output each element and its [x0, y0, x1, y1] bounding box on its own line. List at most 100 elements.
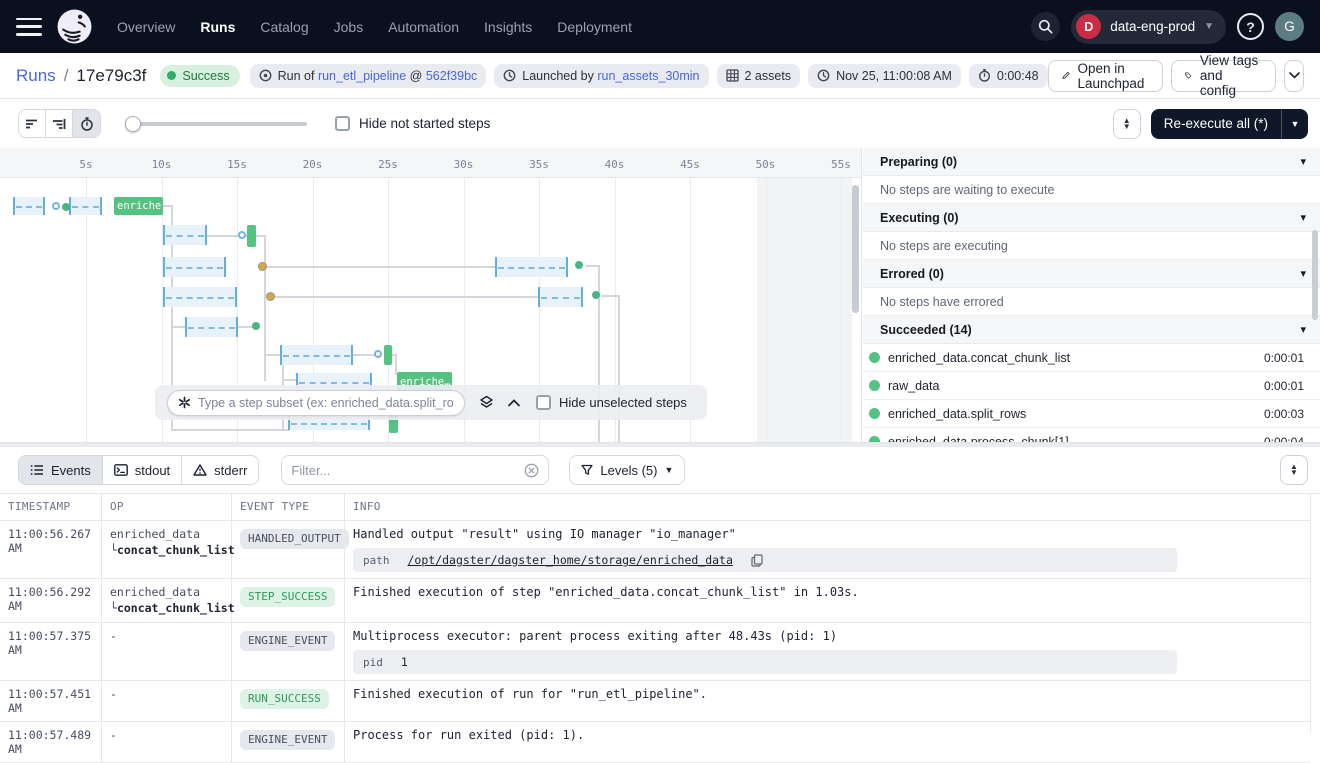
- nav-item-insights[interactable]: Insights: [484, 19, 532, 35]
- step-section-empty: No steps are waiting to execute: [863, 176, 1320, 204]
- gantt-zoom-slider[interactable]: [125, 116, 307, 132]
- gantt-scrollbar[interactable]: [852, 185, 859, 313]
- log-filter-input[interactable]: [291, 463, 518, 478]
- event-log-row[interactable]: 11:00:57.489 AM-ENGINE_EVENTProcess for …: [0, 722, 1310, 763]
- help-icon[interactable]: ?: [1237, 13, 1264, 40]
- gantt-bar-waiting[interactable]: [538, 287, 583, 307]
- event-op: -: [102, 623, 232, 680]
- log-order-button[interactable]: ▲▼: [1280, 455, 1308, 485]
- nav-item-automation[interactable]: Automation: [388, 19, 459, 35]
- pipeline-link[interactable]: run_etl_pipeline: [318, 69, 406, 83]
- event-type-badge: ENGINE_EVENT: [240, 730, 335, 750]
- gantt-bar-waiting[interactable]: [163, 257, 226, 277]
- step-panel-scrollbar[interactable]: [1312, 230, 1318, 320]
- gantt-chart[interactable]: 5s10s15s20s25s30s35s40s45s50s55s enriche…: [0, 148, 862, 442]
- gantt-bar-waiting[interactable]: [280, 345, 353, 365]
- target-icon: [259, 69, 272, 82]
- log-filter[interactable]: [281, 455, 549, 485]
- nav-item-catalog[interactable]: Catalog: [260, 19, 308, 35]
- gantt-bar-waiting[interactable]: [163, 287, 237, 307]
- dagster-logo-icon[interactable]: [56, 8, 93, 45]
- copy-icon[interactable]: [751, 554, 763, 567]
- schedule-link[interactable]: run_assets_30min: [597, 69, 699, 83]
- nav-item-runs[interactable]: Runs: [200, 19, 235, 35]
- event-log-row[interactable]: 11:00:57.375 AM-ENGINE_EVENTMultiprocess…: [0, 623, 1310, 681]
- step-row[interactable]: enriched_data.process_chunk[1]0:00:04: [863, 428, 1320, 442]
- nav-item-deployment[interactable]: Deployment: [557, 19, 632, 35]
- event-log-table: TIMESTAMP OP EVENT TYPE INFO 11:00:56.26…: [0, 493, 1320, 733]
- step-selector[interactable]: [167, 390, 465, 416]
- event-type-badge: ENGINE_EVENT: [240, 631, 335, 651]
- tab-events[interactable]: Events: [19, 456, 103, 484]
- step-row[interactable]: enriched_data.concat_chunk_list0:00:01: [863, 344, 1320, 372]
- checkbox-icon[interactable]: [335, 116, 350, 131]
- view-tags-button[interactable]: View tags and config: [1171, 60, 1276, 92]
- commit-link[interactable]: 562f39bc: [426, 69, 477, 83]
- stopwatch-icon: [80, 117, 94, 131]
- slider-knob[interactable]: [125, 116, 141, 132]
- open-launchpad-button[interactable]: Open in Launchpad: [1048, 60, 1164, 92]
- tab-stdout[interactable]: stdout: [103, 456, 182, 484]
- tag-run-of[interactable]: Run of run_etl_pipeline @ 562f39bc: [250, 64, 487, 88]
- waterfall-view-button[interactable]: [46, 110, 73, 137]
- step-section-header[interactable]: Errored (0)▾: [863, 260, 1320, 288]
- breadcrumb: Runs / 17e79c3f: [16, 66, 146, 86]
- step-subset-input[interactable]: [198, 396, 454, 410]
- tag-assets[interactable]: 2 assets: [717, 64, 801, 88]
- event-log-row[interactable]: 11:00:57.451 AM-RUN_SUCCESSFinished exec…: [0, 681, 1310, 722]
- step-row[interactable]: raw_data0:00:01: [863, 372, 1320, 400]
- gantt-bar-success[interactable]: [247, 225, 256, 247]
- panel-expand-button[interactable]: ▲▼: [1113, 109, 1141, 139]
- step-section-header[interactable]: Succeeded (14)▾: [863, 316, 1320, 344]
- success-dot-icon: [167, 71, 176, 80]
- metadata-path-link[interactable]: /opt/dagster/dagster_home/storage/enrich…: [408, 553, 733, 567]
- gantt-bar-waiting[interactable]: [495, 257, 568, 277]
- step-section-header[interactable]: Preparing (0)▾: [863, 148, 1320, 176]
- nav-item-overview[interactable]: Overview: [117, 19, 175, 35]
- event-log-row[interactable]: 11:00:56.267 AMenriched_data└concat_chun…: [0, 521, 1310, 579]
- gantt-bar-waiting[interactable]: [163, 225, 207, 245]
- layers-icon[interactable]: [479, 395, 494, 410]
- chevron-up-icon[interactable]: [508, 399, 520, 407]
- levels-dropdown[interactable]: Levels (5) ▼: [569, 455, 685, 485]
- flatten-view-button[interactable]: [19, 110, 46, 137]
- event-timestamp: 11:00:57.489 AM: [0, 722, 102, 762]
- event-log-row[interactable]: 11:00:56.292 AMenriched_data└concat_chun…: [0, 579, 1310, 623]
- user-avatar[interactable]: G: [1275, 12, 1304, 41]
- event-metadata-box: pid1: [353, 650, 1177, 674]
- success-marker-icon: [592, 291, 600, 299]
- tag-launched-by[interactable]: Launched by run_assets_30min: [494, 64, 708, 88]
- step-success-dot-icon: [869, 352, 880, 363]
- tab-stderr[interactable]: stderr: [182, 456, 258, 484]
- event-type-cell: HANDLED_OUTPUT: [232, 521, 345, 578]
- event-info: Finished execution of run for "run_etl_p…: [345, 681, 1310, 721]
- nav-item-jobs[interactable]: Jobs: [334, 19, 364, 35]
- gantt-view-mode-group: [18, 109, 101, 138]
- event-type-badge: STEP_SUCCESS: [240, 587, 335, 607]
- search-icon[interactable]: [1031, 12, 1060, 41]
- timed-view-button[interactable]: [73, 110, 100, 137]
- hide-not-started-checkbox[interactable]: Hide not started steps: [335, 116, 490, 131]
- gantt-bar-success-labeled[interactable]: enriche.: [114, 197, 163, 215]
- clear-filter-icon[interactable]: [524, 463, 539, 478]
- hide-unselected-checkbox[interactable]: Hide unselected steps: [536, 395, 687, 410]
- workspace-switcher[interactable]: D data-eng-prod ▼: [1071, 10, 1226, 44]
- gantt-bar-waiting[interactable]: [69, 197, 102, 215]
- more-actions-button[interactable]: [1284, 60, 1304, 92]
- checkbox-icon[interactable]: [536, 395, 551, 410]
- event-type-cell: ENGINE_EVENT: [232, 722, 345, 762]
- start-marker-icon: [52, 202, 60, 210]
- align-left-icon: [25, 118, 39, 130]
- reexecute-options-button[interactable]: ▼: [1281, 109, 1308, 139]
- menu-icon[interactable]: [16, 18, 42, 36]
- clock-icon: [817, 69, 830, 82]
- breadcrumb-runs-link[interactable]: Runs: [16, 66, 56, 86]
- step-row[interactable]: enriched_data.split_rows0:00:03: [863, 400, 1320, 428]
- gantt-bar-success[interactable]: [384, 345, 392, 365]
- terminal-icon: [114, 464, 128, 476]
- step-section-header[interactable]: Executing (0)▾: [863, 204, 1320, 232]
- run-id: 17e79c3f: [76, 66, 146, 86]
- gantt-bar-waiting[interactable]: [13, 197, 45, 215]
- gantt-bar-waiting[interactable]: [185, 317, 238, 337]
- reexecute-all-button[interactable]: Re-execute all (*) ▼: [1151, 109, 1308, 139]
